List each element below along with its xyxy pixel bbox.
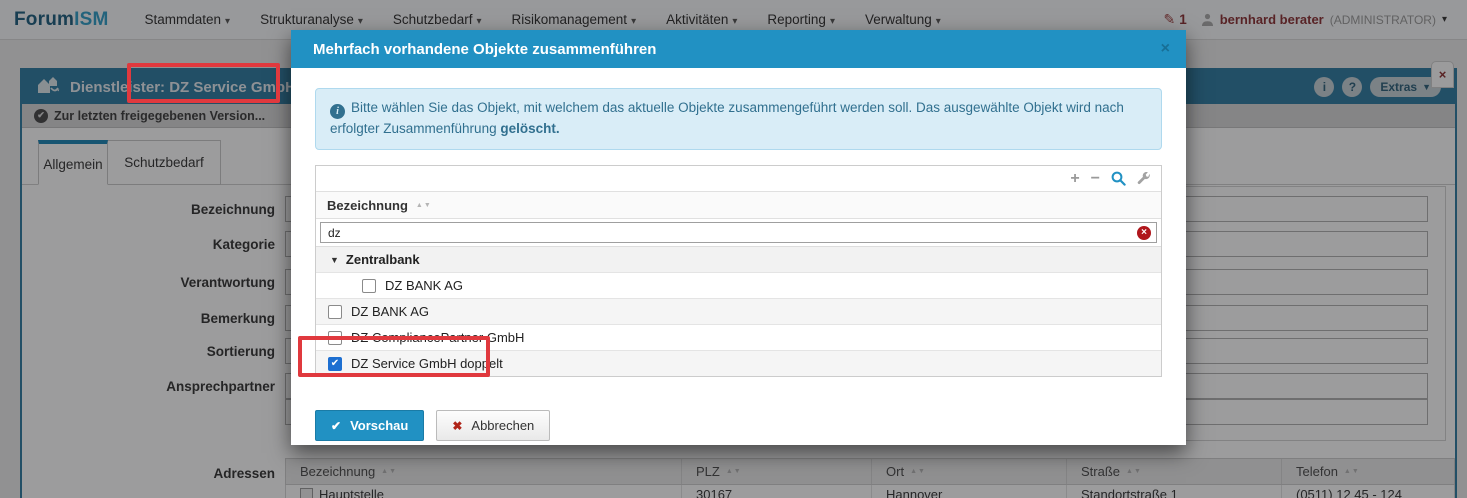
info-message: iBitte wählen Sie das Objekt, mit welche… [315,88,1162,150]
info-text-bold: gelöscht. [500,121,559,136]
add-icon[interactable]: + [1070,171,1079,187]
info-text: Bitte wählen Sie das Objekt, mit welchem… [330,100,1124,136]
checkbox-unchecked[interactable] [328,305,342,319]
search-icon[interactable] [1111,171,1126,186]
abbrechen-button[interactable]: ✖ Abbrechen [436,410,550,441]
app-root: ForumISM Stammdaten▾ Strukturanalyse▾ Sc… [0,0,1467,498]
merge-objects-dialog: Mehrfach vorhandene Objekte zusammenführ… [291,30,1186,445]
checkbox-unchecked[interactable] [362,279,376,293]
list-item[interactable]: DZ BANK AG [316,298,1161,324]
dialog-header: Mehrfach vorhandene Objekte zusammenführ… [291,30,1186,68]
remove-icon[interactable]: − [1091,171,1100,187]
filter-row: × [316,218,1161,246]
filter-input[interactable] [320,222,1157,243]
list-column-header[interactable]: Bezeichnung ▲▼ [316,191,1161,218]
annotation-panel-title [127,63,280,103]
dialog-title: Mehrfach vorhandene Objekte zusammenführ… [313,41,656,58]
annotation-selected-row [298,336,490,377]
vorschau-button[interactable]: ✔ Vorschau [315,410,424,441]
dialog-body: iBitte wählen Sie das Objekt, mit welche… [291,68,1186,445]
list-toolbar: + − [316,166,1161,191]
info-icon: i [330,104,345,119]
list-item[interactable]: DZ BANK AG [316,272,1161,298]
wrench-icon[interactable] [1137,172,1151,186]
group-row-zentralbank[interactable]: ▼ Zentralbank [316,246,1161,272]
check-icon: ✔ [331,419,341,433]
sort-icon: ▲▼ [416,202,432,209]
cross-icon: ✖ [452,419,462,433]
caret-down-icon: ▼ [330,255,339,265]
close-icon[interactable]: × [1161,40,1170,58]
dialog-buttons: ✔ Vorschau ✖ Abbrechen [315,410,1162,441]
